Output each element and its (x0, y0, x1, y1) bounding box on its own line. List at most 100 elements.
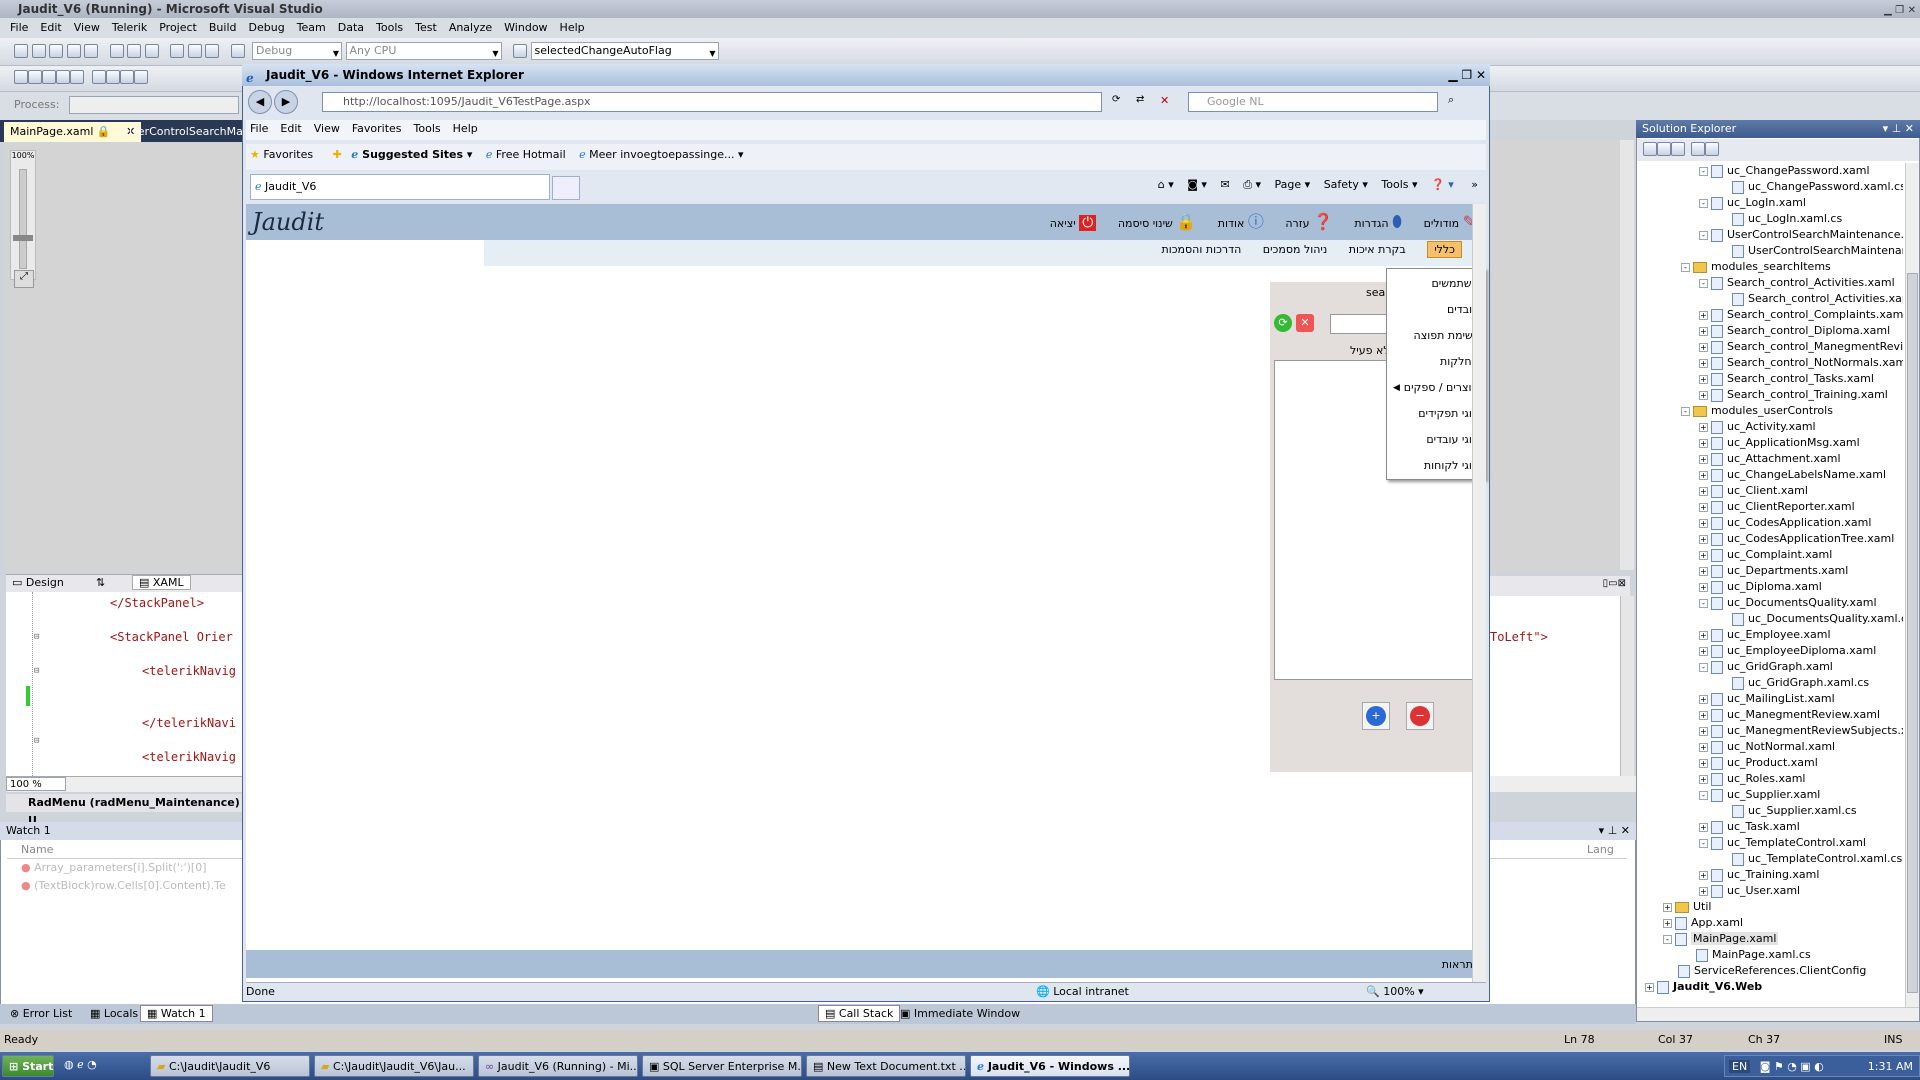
tree-item[interactable]: + uc_Roles.xaml (1699, 771, 1805, 787)
expand-icon[interactable]: + (1699, 326, 1708, 336)
search-input[interactable]: Google NL (1188, 92, 1438, 112)
expand-icon[interactable]: + (1699, 742, 1708, 752)
collapse-icon[interactable]: - (1699, 598, 1708, 608)
tree-item[interactable]: + uc_Client.xaml (1699, 483, 1808, 499)
toolbar-icon[interactable] (28, 70, 42, 84)
tree-item[interactable]: - uc_ChangePassword.xaml (1699, 163, 1870, 179)
tree-item[interactable]: + uc_ChangeLabelsName.xaml (1699, 467, 1886, 483)
compat-icon[interactable]: ⇄ (1136, 94, 1144, 105)
solution-explorer[interactable]: - uc_ChangePassword.xaml uc_ChangePassword… (1636, 120, 1920, 1022)
tree-item[interactable]: uc_ChangePassword.xaml.cs (1717, 179, 1903, 195)
safety-menu[interactable]: Safety ▾ (1324, 178, 1368, 191)
menu-edit[interactable]: Edit (40, 21, 61, 34)
indent-icon[interactable] (92, 70, 106, 84)
expand-icon[interactable]: + (1699, 422, 1708, 432)
collapse-icon[interactable]: ⊟ (34, 666, 39, 676)
menu-help[interactable]: Help (560, 21, 585, 34)
cut-icon[interactable] (109, 44, 124, 58)
expand-icon[interactable]: + (1663, 902, 1672, 912)
refresh-icon[interactable] (1671, 142, 1685, 156)
tree-item[interactable]: uc_TemplateControl.xaml.cs (1717, 851, 1902, 867)
tree-item[interactable]: uc_GridGraph.xaml.cs (1717, 675, 1869, 691)
ie-menu-view[interactable]: View (314, 122, 340, 135)
add-favorite-icon[interactable]: ✚ (333, 148, 342, 161)
menu-item-client-types[interactable]: סוגי לקוחות (1424, 459, 1479, 472)
paste-icon[interactable] (144, 44, 159, 58)
mail-icon[interactable]: ✉ (1220, 178, 1229, 191)
comment-icon[interactable] (120, 70, 134, 84)
menu-analyze[interactable]: Analyze (449, 21, 492, 34)
tools-menu[interactable]: Tools ▾ (1381, 178, 1417, 191)
expand-icon[interactable]: + (1699, 694, 1708, 704)
language-indicator[interactable]: EN (1729, 1060, 1751, 1073)
tree-scrollbar[interactable] (1905, 163, 1919, 1009)
tree-item[interactable]: + Search_control_Training.xaml (1699, 387, 1888, 403)
split-icons[interactable]: ▯▭⊠ (1603, 578, 1626, 589)
page-scrollbar[interactable] (1472, 204, 1486, 982)
tree-item[interactable]: UserControlSearchMaintenance (1717, 243, 1903, 259)
expand-icon[interactable]: + (1699, 550, 1708, 560)
redo-icon[interactable] (187, 44, 202, 58)
menu-window[interactable]: Window (504, 21, 547, 34)
favorites-button[interactable]: ★ Favorites (250, 148, 313, 161)
expand-icon[interactable]: + (1699, 822, 1708, 832)
h-scrollbar[interactable] (1490, 776, 1636, 792)
expand-icon[interactable]: + (1699, 534, 1708, 544)
solution-tree[interactable]: - uc_ChangePassword.xaml uc_ChangePassword… (1637, 163, 1903, 1009)
menu-telerik[interactable]: Telerik (112, 21, 147, 34)
tree-item[interactable]: - uc_DocumentsQuality.xaml (1699, 595, 1877, 611)
task-item[interactable]: ▤ New Text Document.txt ... (806, 1055, 966, 1077)
expand-icon[interactable]: + (1699, 582, 1708, 592)
tree-item[interactable]: + Jaudit_V6.Web (1645, 979, 1762, 995)
tree-item[interactable]: + uc_Diploma.xaml (1699, 579, 1822, 595)
ie-menu-favorites[interactable]: Favorites (352, 122, 402, 135)
collapse-icon[interactable]: - (1681, 262, 1690, 272)
start-debug-icon[interactable] (230, 44, 245, 58)
collapse-icon[interactable]: - (1699, 166, 1708, 176)
tree-item[interactable]: + uc_ManegmentReviewSubjects.xam (1699, 723, 1903, 739)
toolbar-icon[interactable] (56, 70, 70, 84)
suggested-sites-button[interactable]: ℯ Suggested Sites ▾ (351, 148, 472, 161)
fit-icon[interactable]: ⤢ (14, 270, 34, 288)
nav-help[interactable]: ❓ עזרה (1285, 212, 1333, 231)
search-icon[interactable]: ⌕ (1448, 93, 1454, 107)
tree-item[interactable]: + Search_control_NotNormals.xaml (1699, 355, 1903, 371)
ie-tab-jaudit[interactable]: ℯ Jaudit_V6 (250, 174, 550, 200)
tree-item[interactable]: MainPage.xaml.cs (1681, 947, 1811, 963)
toolbar-icon[interactable] (70, 70, 84, 84)
expand-icon[interactable]: + (1699, 310, 1708, 320)
collapse-icon[interactable]: ⊟ (34, 736, 39, 746)
collapse-icon[interactable]: - (1699, 662, 1708, 672)
url-input[interactable]: http://localhost:1095/Jaudit_V6TestPage.… (322, 92, 1102, 112)
tree-item[interactable]: + uc_Attachment.xaml (1699, 451, 1841, 467)
feeds-icon[interactable]: ◙ ▾ (1187, 178, 1207, 191)
tree-item[interactable]: + uc_User.xaml (1699, 883, 1800, 899)
tree-item[interactable]: Search_control_Activities.xaml. (1717, 291, 1903, 307)
expand-icon[interactable]: + (1699, 726, 1708, 736)
ie-menu-file[interactable]: File (250, 122, 268, 135)
menu-project[interactable]: Project (159, 21, 197, 34)
tree-item[interactable]: + uc_Task.xaml (1699, 819, 1800, 835)
menu-data[interactable]: Data (338, 21, 364, 34)
ie-menu-help[interactable]: Help (453, 122, 478, 135)
expand-icon[interactable]: + (1699, 630, 1708, 640)
pane-controls[interactable]: ▾ ⊥ ✕ (1883, 120, 1914, 138)
chevron-right-icon[interactable]: » (1471, 178, 1478, 191)
toolbar-icon[interactable] (42, 70, 56, 84)
scroll-thumb[interactable] (1907, 273, 1918, 993)
tree-item[interactable]: + Search_control_Tasks.xaml (1699, 371, 1874, 387)
tree-item[interactable]: + uc_CodesApplication.xaml (1699, 515, 1871, 531)
hotmail-link[interactable]: ℯ Free Hotmail (486, 148, 566, 161)
nav-change-password[interactable]: 🔒 שינוי סיסמה (1118, 212, 1196, 231)
tree-item[interactable]: + uc_Complaint.xaml (1699, 547, 1832, 563)
tree-item[interactable]: uc_Supplier.xaml.cs (1717, 803, 1857, 819)
ie-menu-tools[interactable]: Tools (414, 122, 441, 135)
tree-item[interactable]: + uc_ManegmentReview.xaml (1699, 707, 1880, 723)
platform-combo[interactable]: Any CPU ▼ (345, 42, 502, 60)
expand-icon[interactable]: + (1699, 870, 1708, 880)
tree-item[interactable]: + uc_ApplicationMsg.xaml (1699, 435, 1860, 451)
expand-icon[interactable]: + (1699, 502, 1708, 512)
expand-icon[interactable]: + (1699, 390, 1708, 400)
tree-item[interactable]: - uc_LogIn.xaml (1699, 195, 1806, 211)
process-combo[interactable] (68, 96, 239, 114)
